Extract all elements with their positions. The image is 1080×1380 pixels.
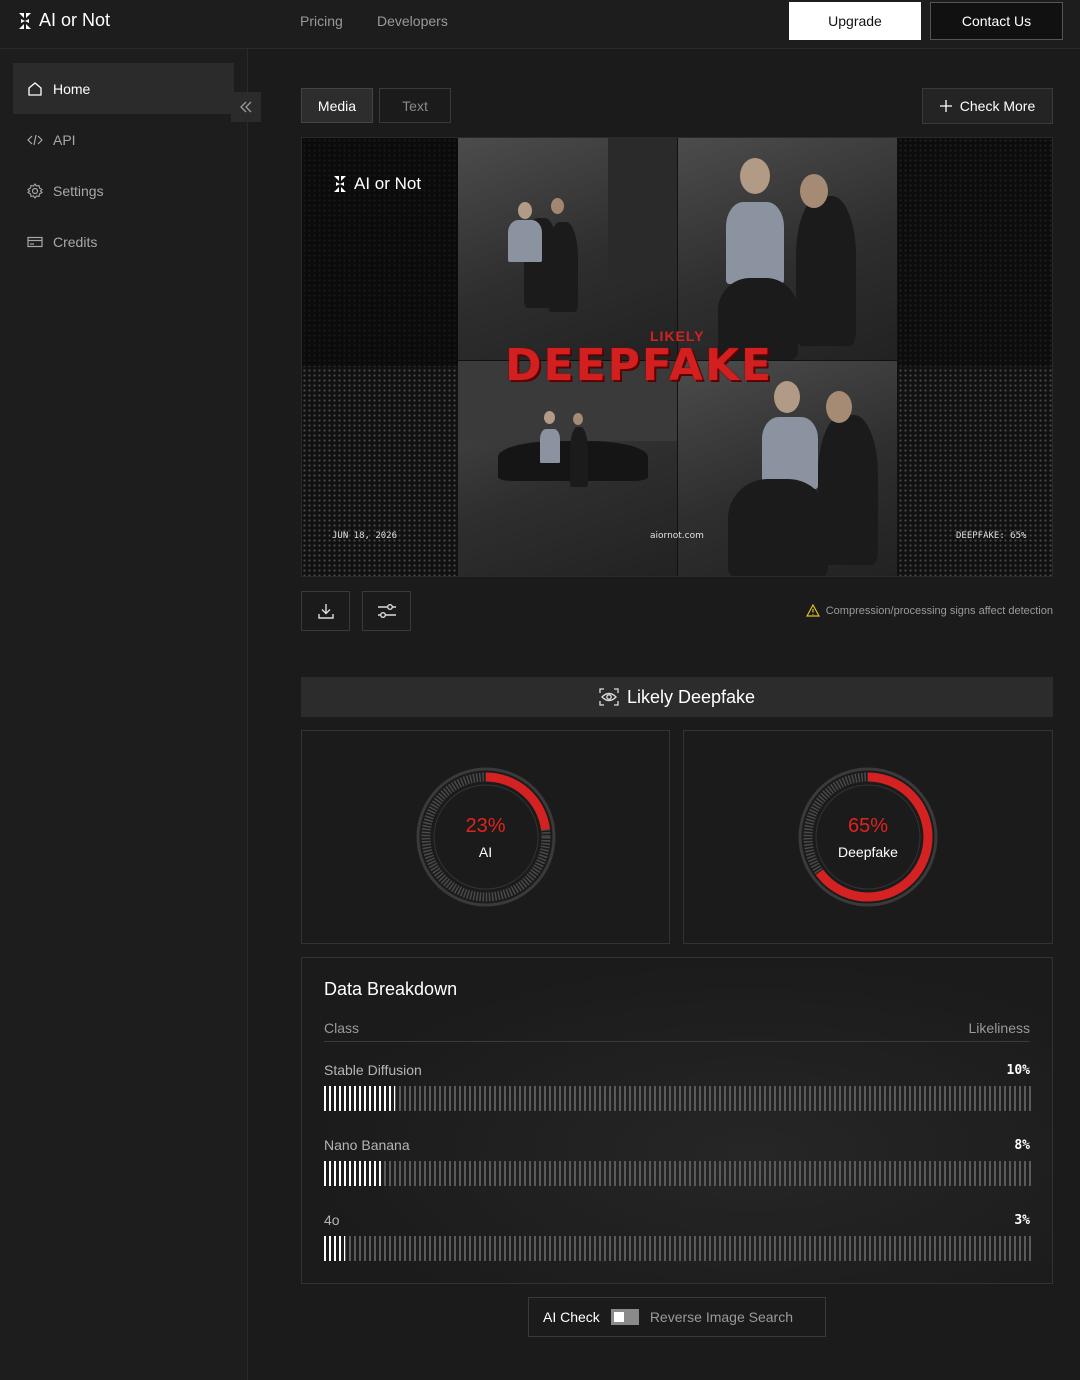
- likeliness-fill: [324, 1161, 381, 1186]
- tab-text[interactable]: Text: [379, 88, 451, 123]
- row-percent-nano-banana: 8%: [1014, 1138, 1030, 1153]
- photo-frame-4: [678, 361, 897, 576]
- sidebar-item-credits[interactable]: Credits: [13, 216, 234, 267]
- sidebar-item-home[interactable]: Home: [13, 63, 234, 114]
- row-label-stable-diffusion: Stable Diffusion: [324, 1062, 422, 1078]
- likeliness-fill: [324, 1086, 395, 1111]
- sidebar-item-label: Settings: [53, 182, 104, 199]
- adjust-button[interactable]: [362, 591, 411, 631]
- result-header: Likely Deepfake: [301, 677, 1053, 717]
- logo-icon: [19, 12, 31, 29]
- likeliness-bar-4o: [324, 1236, 1031, 1261]
- preview-watermark-logo: AI or Not: [332, 174, 421, 194]
- breakdown-header: Class Likeliness: [324, 1020, 1030, 1042]
- verdict-big-label: DEEPFAKE: [505, 340, 774, 391]
- credit-card-icon: [27, 236, 43, 247]
- media-preview: AI or Not LIKELY DEEPFAKE JUN 18, 2026 a…: [301, 137, 1053, 577]
- likeliness-fill: [324, 1236, 346, 1261]
- check-mode-switcher: AI Check Reverse Image Search: [528, 1297, 826, 1337]
- app-logo[interactable]: AI or Not: [17, 10, 110, 31]
- row-label-nano-banana: Nano Banana: [324, 1137, 410, 1153]
- likeliness-bar-stable-diffusion: [324, 1086, 1031, 1111]
- likeliness-bar-nano-banana: [324, 1161, 1031, 1186]
- warning-icon: [805, 604, 820, 617]
- photo-frame-2: [678, 138, 897, 360]
- row-percent-4o: 3%: [1014, 1213, 1030, 1228]
- reverse-image-search-label[interactable]: Reverse Image Search: [650, 1309, 793, 1325]
- row-label-4o: 4o: [324, 1212, 340, 1228]
- sidebar-item-label: Home: [53, 80, 91, 97]
- mode-toggle[interactable]: [610, 1309, 639, 1325]
- preview-date: JUN 18, 2026: [332, 531, 398, 541]
- breakdown-title: Data Breakdown: [324, 979, 458, 999]
- deepfake-percent: 65%: [847, 814, 889, 837]
- preview-logo-text: AI or Not: [354, 174, 422, 193]
- deepfake-score-card: 65% Deepfake: [683, 730, 1053, 944]
- compression-warning: Compression/processing signs affect dete…: [805, 604, 1053, 617]
- check-more-label: Check More: [959, 98, 1036, 114]
- download-button[interactable]: [301, 591, 350, 631]
- collapse-sidebar-button[interactable]: [231, 92, 261, 122]
- nav-pricing[interactable]: Pricing: [300, 13, 343, 29]
- row-percent-stable-diffusion: 10%: [1006, 1063, 1030, 1078]
- app-name: AI or Not: [39, 10, 111, 30]
- data-breakdown-panel: Data Breakdown Class Likeliness Stable D…: [301, 957, 1053, 1284]
- warning-text: Compression/processing signs affect dete…: [825, 604, 1053, 617]
- ai-check-label[interactable]: AI Check: [543, 1309, 600, 1325]
- upgrade-button[interactable]: Upgrade: [789, 2, 921, 40]
- tab-media[interactable]: Media: [301, 88, 373, 123]
- eye-scan-icon: [599, 688, 619, 706]
- double-chevron-left-icon: [240, 101, 252, 113]
- home-icon: [28, 81, 42, 96]
- photo-frame-3: [458, 361, 677, 576]
- sliders-icon: [377, 604, 396, 618]
- code-icon: [27, 134, 43, 145]
- ai-percent: 23%: [465, 814, 506, 837]
- download-icon: [317, 604, 334, 619]
- sidebar: Home API Settings Credits: [0, 49, 261, 1380]
- sidebar-item-api[interactable]: API: [13, 114, 234, 165]
- preview-site: aiornot.com: [650, 531, 704, 541]
- ai-score-card: 23% AI: [301, 730, 670, 944]
- nav-developers[interactable]: Developers: [377, 13, 448, 29]
- ai-gauge: 23% AI: [414, 765, 558, 909]
- plus-icon: [939, 100, 952, 112]
- result-title: Likely Deepfake: [626, 686, 756, 707]
- contact-us-button[interactable]: Contact Us: [930, 2, 1063, 40]
- preview-score-caption: DEEPFAKE: 65%: [956, 531, 1027, 541]
- gear-icon: [27, 182, 43, 199]
- sidebar-item-label: API: [53, 131, 76, 148]
- ai-label: AI: [478, 843, 493, 860]
- check-more-button[interactable]: Check More: [922, 88, 1053, 124]
- column-class: Class: [324, 1020, 360, 1036]
- deepfake-gauge: 65% Deepfake: [796, 765, 940, 909]
- column-likeliness: Likeliness: [968, 1020, 1030, 1036]
- sidebar-item-settings[interactable]: Settings: [13, 165, 234, 216]
- photo-frame-1: [458, 138, 677, 360]
- sidebar-item-label: Credits: [53, 233, 98, 250]
- deepfake-label: Deepfake: [838, 843, 898, 860]
- top-bar: AI or Not Pricing Developers Upgrade Con…: [0, 0, 1080, 49]
- logo-icon: [334, 176, 346, 192]
